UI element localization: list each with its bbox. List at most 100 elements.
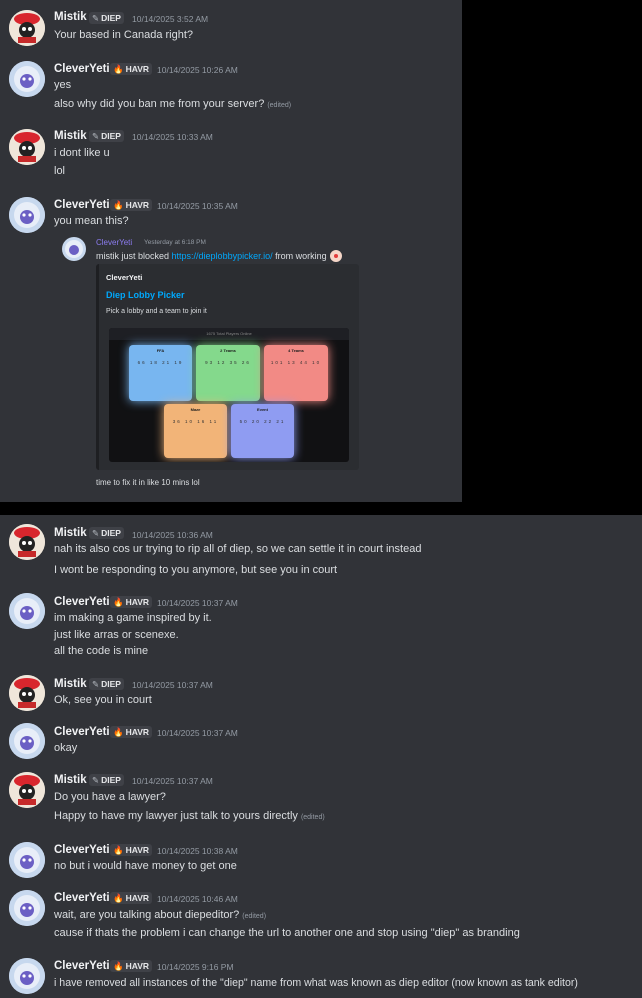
- username[interactable]: CleverYeti: [54, 199, 110, 211]
- avatar-cleveryeti[interactable]: [9, 890, 45, 926]
- message[interactable]: Mistik ✎ DIEP 10/14/2025 10:37 AM Do you …: [0, 768, 642, 832]
- avatar-cleveryeti[interactable]: [9, 958, 45, 994]
- clan-tag-label: HAVR: [125, 64, 150, 74]
- clan-tag[interactable]: 🔥 HAVR: [110, 63, 153, 75]
- clan-tag-label: DIEP: [101, 679, 121, 689]
- avatar-mistik[interactable]: [9, 10, 45, 46]
- username[interactable]: Mistik: [54, 11, 87, 23]
- lobby-card-values: 101 13 44 10: [270, 360, 322, 365]
- message-text-content: also why did you ban me from your server…: [54, 98, 265, 110]
- clan-tag[interactable]: 🔥 HAVR: [110, 844, 153, 856]
- avatar-cleveryeti-small[interactable]: [62, 237, 86, 261]
- timestamp: 10/14/2025 10:46 AM: [157, 894, 238, 904]
- timestamp: 10/14/2025 10:33 AM: [132, 132, 213, 142]
- avatar-mistik[interactable]: [9, 129, 45, 165]
- forwarded-text-after: from working: [272, 251, 327, 261]
- message-text: you mean this?: [54, 215, 129, 227]
- edited-label: (edited): [242, 913, 267, 920]
- lobby-card-label: 2 Teams: [220, 348, 236, 353]
- lobby-card-values: 50 20 22 21: [239, 419, 286, 424]
- embed-title[interactable]: Diep Lobby Picker: [106, 290, 185, 300]
- message-text: Happy to have my lawyer just talk to you…: [54, 810, 325, 822]
- timestamp: 10/14/2025 10:37 AM: [157, 598, 238, 608]
- message[interactable]: CleverYeti 🔥 HAVR 10/14/2025 10:26 AM yes…: [0, 52, 462, 114]
- avatar-cleveryeti[interactable]: [9, 61, 45, 97]
- clan-tag-label: HAVR: [125, 597, 150, 607]
- wrench-icon: ✎: [92, 775, 100, 785]
- username[interactable]: Mistik: [54, 527, 87, 539]
- lobby-card: 4 Teams 101 13 44 10: [264, 345, 328, 401]
- username[interactable]: Mistik: [54, 774, 87, 786]
- message[interactable]: CleverYeti 🔥 HAVR 10/14/2025 10:46 AM wai…: [0, 885, 642, 947]
- avatar-cleveryeti[interactable]: [9, 593, 45, 629]
- username[interactable]: Mistik: [54, 130, 87, 142]
- clan-tag-label: HAVR: [125, 893, 150, 903]
- clan-tag[interactable]: 🔥 HAVR: [110, 892, 153, 904]
- message-text: Do you have a lawyer?: [54, 791, 166, 803]
- clan-tag-label: HAVR: [125, 200, 150, 210]
- message[interactable]: CleverYeti 🔥 HAVR 10/14/2025 9:16 PM i ha…: [0, 952, 642, 998]
- edited-label: (edited): [300, 814, 325, 821]
- avatar-cleveryeti[interactable]: [9, 723, 45, 759]
- message[interactable]: Mistik ✎ DIEP 10/14/2025 3:52 AM Your bas…: [0, 0, 462, 48]
- avatar-mistik[interactable]: [9, 675, 45, 711]
- clan-tag[interactable]: ✎ DIEP: [89, 130, 124, 142]
- avatar-mistik[interactable]: [9, 772, 45, 808]
- lobby-card-label: 4 Teams: [288, 348, 304, 353]
- message[interactable]: CleverYeti 🔥 HAVR 10/14/2025 10:37 AM oka…: [0, 720, 642, 764]
- avatar-cleveryeti[interactable]: [9, 842, 45, 878]
- preview-header: 1675 Total Players Online: [109, 328, 349, 340]
- username[interactable]: CleverYeti: [54, 892, 110, 904]
- timestamp: 10/14/2025 10:35 AM: [157, 201, 238, 211]
- username[interactable]: Mistik: [54, 678, 87, 690]
- forwarded-text: mistik just blocked https://dieplobbypic…: [96, 250, 342, 262]
- message[interactable]: Mistik ✎ DIEP 10/14/2025 10:36 AM nah its…: [0, 515, 642, 583]
- wrench-icon: ✎: [92, 131, 100, 141]
- chat-panel-top: Mistik ✎ DIEP 10/14/2025 3:52 AM Your bas…: [0, 0, 462, 502]
- forwarded-link[interactable]: https://dieplobbypicker.io/: [172, 251, 273, 261]
- forwarded-message[interactable]: CleverYeti Yesterday at 6:18 PM mistik j…: [60, 236, 360, 266]
- username[interactable]: CleverYeti: [54, 726, 110, 738]
- clan-tag[interactable]: 🔥 HAVR: [110, 960, 153, 972]
- lobby-card-label: Event: [257, 407, 268, 412]
- message-text: just like arras or scenexe.: [54, 629, 179, 641]
- lobby-card-values: 66 18 21 19: [137, 360, 184, 365]
- clan-tag-label: DIEP: [101, 775, 121, 785]
- timestamp: 10/14/2025 10:37 AM: [132, 680, 213, 690]
- message[interactable]: CleverYeti 🔥 HAVR 10/14/2025 10:37 AM im …: [0, 587, 642, 665]
- clan-tag[interactable]: 🔥 HAVR: [110, 726, 153, 738]
- lobby-card: FFA 66 18 21 19: [129, 345, 192, 401]
- chat-panel-bottom: Mistik ✎ DIEP 10/14/2025 10:36 AM nah its…: [0, 515, 642, 998]
- forwarded-username[interactable]: CleverYeti: [96, 238, 132, 247]
- clan-tag[interactable]: ✎ DIEP: [89, 527, 124, 539]
- message-text: okay: [54, 742, 78, 754]
- link-embed[interactable]: CleverYeti Diep Lobby Picker Pick a lobb…: [96, 264, 359, 470]
- message[interactable]: Mistik ✎ DIEP 10/14/2025 10:37 AM Ok, see…: [0, 671, 642, 715]
- timestamp: 10/14/2025 10:38 AM: [157, 846, 238, 856]
- clan-tag[interactable]: ✎ DIEP: [89, 12, 124, 24]
- message[interactable]: CleverYeti 🔥 HAVR 10/14/2025 10:38 AM no …: [0, 837, 642, 881]
- clan-tag-label: DIEP: [101, 528, 121, 538]
- clan-tag[interactable]: ✎ DIEP: [89, 678, 124, 690]
- message[interactable]: Mistik ✎ DIEP 10/14/2025 10:33 AM i dont …: [0, 120, 462, 182]
- message-text: i have removed all instances of the "die…: [54, 977, 578, 989]
- lobby-card: Event 50 20 22 21: [231, 404, 294, 458]
- clan-tag[interactable]: ✎ DIEP: [89, 774, 124, 786]
- wrench-icon: ✎: [92, 13, 100, 23]
- avatar-mistik[interactable]: [9, 524, 45, 560]
- username[interactable]: CleverYeti: [54, 596, 110, 608]
- lobby-card: 2 Teams 93 12 35 26: [196, 345, 260, 401]
- lobby-card-values: 93 12 35 26: [205, 360, 251, 365]
- clan-tag[interactable]: 🔥 HAVR: [110, 199, 153, 211]
- username[interactable]: CleverYeti: [54, 960, 110, 972]
- flame-icon: 🔥: [113, 597, 124, 607]
- username[interactable]: CleverYeti: [54, 844, 110, 856]
- clown-face-icon: [329, 250, 342, 262]
- embed-preview-image[interactable]: 1675 Total Players Online FFA 66 18 21 19…: [109, 328, 349, 462]
- avatar-cleveryeti[interactable]: [9, 197, 45, 233]
- message-text: I wont be responding to you anymore, but…: [54, 564, 338, 576]
- username[interactable]: CleverYeti: [54, 63, 110, 75]
- clan-tag[interactable]: 🔥 HAVR: [110, 596, 153, 608]
- timestamp: 10/14/2025 9:16 PM: [157, 962, 234, 972]
- lobby-card-label: Maze: [190, 407, 201, 412]
